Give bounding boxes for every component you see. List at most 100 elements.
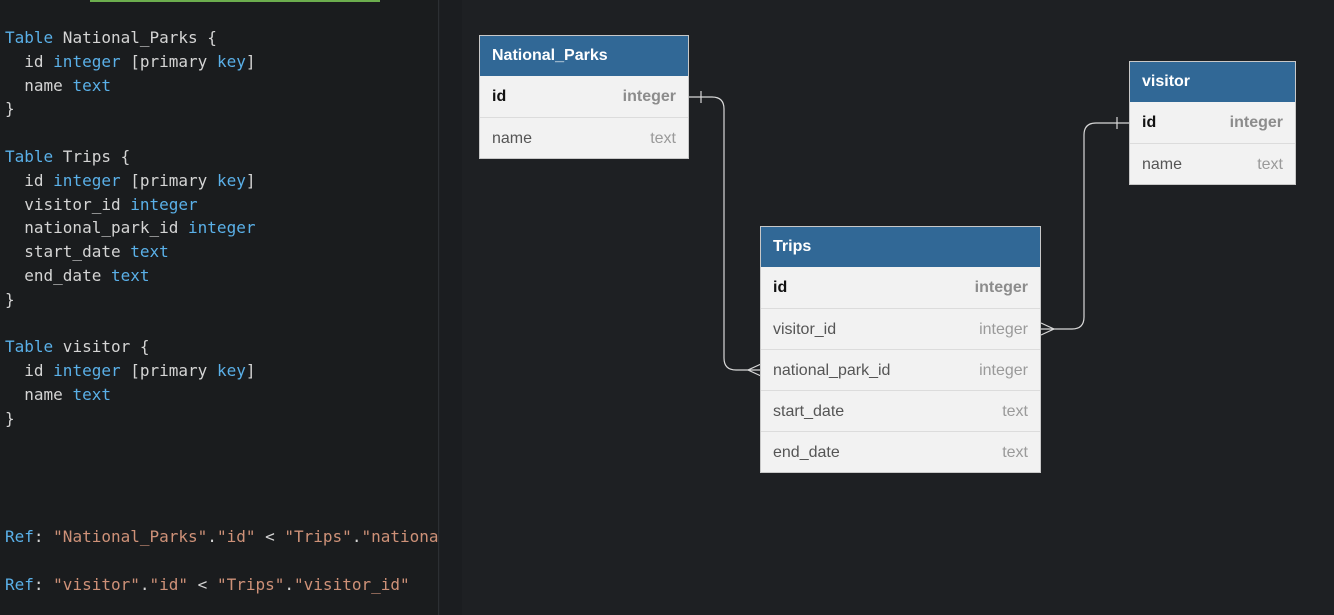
code-line[interactable]: name text bbox=[5, 384, 111, 406]
code-token: "id" bbox=[216, 527, 256, 546]
code-token: [primary bbox=[120, 51, 217, 71]
field-type: integer bbox=[622, 88, 676, 105]
code-token: : bbox=[33, 527, 54, 546]
field-row-name[interactable]: name text bbox=[1130, 143, 1295, 184]
code-token: text bbox=[110, 266, 150, 285]
code-token: key bbox=[216, 51, 246, 71]
pane-gutter[interactable] bbox=[440, 0, 462, 615]
code-line[interactable]: id integer [primary key] bbox=[5, 360, 255, 382]
code-token: : bbox=[33, 575, 54, 594]
code-line[interactable]: name text bbox=[5, 75, 111, 97]
link-visitor-trips bbox=[1041, 122, 1130, 330]
field-name: id bbox=[492, 88, 507, 105]
code-line[interactable]: visitor_id integer bbox=[5, 194, 198, 216]
code-line[interactable]: start_date text bbox=[5, 241, 169, 263]
code-token: . bbox=[139, 575, 150, 594]
code-token: id bbox=[5, 361, 54, 381]
code-token: "visitor" bbox=[53, 575, 140, 594]
many-marker-visitor-id bbox=[1040, 322, 1056, 336]
field-type: text bbox=[1002, 444, 1028, 461]
code-token: text bbox=[130, 242, 169, 262]
code-token: National_Parks { bbox=[53, 28, 217, 47]
table-trips[interactable]: Trips id integer visitor_id integer national… bbox=[760, 226, 1041, 473]
field-row-visitor-id[interactable]: visitor_id integer bbox=[761, 308, 1040, 349]
code-line[interactable]: end_date text bbox=[5, 265, 150, 287]
table-national-parks[interactable]: National_Parks id integer name text bbox=[479, 35, 689, 159]
code-token: integer bbox=[130, 194, 198, 214]
code-line[interactable]: Ref: "visitor"."id" < "Trips"."visitor_i… bbox=[5, 574, 410, 596]
field-row-id[interactable]: id integer bbox=[1130, 102, 1295, 143]
table-header[interactable]: Trips bbox=[761, 227, 1040, 267]
field-row-id[interactable]: id integer bbox=[480, 76, 688, 117]
code-token: visitor { bbox=[53, 337, 150, 357]
code-token: start_date bbox=[5, 242, 131, 262]
code-token: Trips { bbox=[53, 147, 131, 166]
field-row-id[interactable]: id integer bbox=[761, 267, 1040, 308]
code-token: integer bbox=[53, 361, 121, 381]
code-token: id bbox=[5, 170, 54, 190]
field-row-end-date[interactable]: end_date text bbox=[761, 431, 1040, 472]
editor-divider[interactable] bbox=[438, 0, 439, 615]
code-token: "visitor_id" bbox=[294, 575, 410, 594]
table-header[interactable]: visitor bbox=[1130, 62, 1295, 102]
code-token: visitor_id bbox=[5, 194, 131, 214]
code-line[interactable]: Table visitor { bbox=[5, 336, 150, 358]
code-token: national_park_id bbox=[5, 218, 189, 238]
code-token: } bbox=[5, 289, 15, 309]
code-token: integer bbox=[188, 218, 256, 238]
code-token: } bbox=[5, 408, 15, 428]
code-line[interactable]: } bbox=[5, 289, 15, 311]
code-token: text bbox=[72, 385, 111, 404]
code-token: key bbox=[216, 361, 246, 381]
code-token: ] bbox=[245, 51, 256, 71]
code-token: Ref bbox=[5, 527, 34, 546]
editor-underline-link bbox=[90, 0, 380, 2]
code-token: text bbox=[72, 75, 111, 95]
code-token: id bbox=[5, 51, 54, 71]
code-editor[interactable]: Table National_Parks { id integer [prima… bbox=[0, 0, 439, 615]
code-line[interactable]: national_park_id integer bbox=[5, 217, 255, 239]
field-type: text bbox=[1002, 403, 1028, 420]
field-type: text bbox=[650, 130, 676, 147]
field-name: end_date bbox=[773, 444, 840, 461]
code-line[interactable]: } bbox=[5, 98, 15, 120]
field-name: start_date bbox=[773, 403, 845, 420]
field-row-start-date[interactable]: start_date text bbox=[761, 390, 1040, 431]
code-token: key bbox=[216, 170, 246, 190]
field-name: name bbox=[1142, 156, 1183, 173]
code-token: Table bbox=[5, 28, 54, 47]
code-line[interactable]: id integer [primary key] bbox=[5, 51, 255, 73]
table-visitor[interactable]: visitor id integer name text bbox=[1129, 61, 1296, 185]
code-token: [primary bbox=[120, 170, 217, 190]
field-type: text bbox=[1257, 156, 1283, 173]
field-row-national-park-id[interactable]: national_park_id integer bbox=[761, 349, 1040, 390]
code-token: name bbox=[5, 75, 73, 95]
code-token: "Trips" bbox=[216, 575, 285, 594]
link-national-parks-trips bbox=[689, 96, 761, 371]
code-line[interactable]: Ref: "National_Parks"."id" < "Trips"."na… bbox=[5, 526, 439, 548]
field-name: id bbox=[773, 279, 788, 296]
field-name: national_park_id bbox=[773, 362, 891, 379]
code-token: } bbox=[5, 99, 15, 119]
field-name: visitor_id bbox=[773, 321, 837, 338]
code-token: ] bbox=[245, 170, 256, 190]
field-type: integer bbox=[974, 279, 1028, 296]
code-line[interactable]: id integer [primary key] bbox=[5, 170, 255, 192]
field-type: integer bbox=[979, 321, 1028, 338]
code-token: "National_Parks" bbox=[53, 527, 208, 546]
code-token: . bbox=[284, 575, 295, 594]
code-token: < bbox=[188, 575, 217, 594]
field-type: integer bbox=[1229, 114, 1283, 131]
code-line[interactable]: Table Trips { bbox=[5, 146, 130, 168]
field-row-name[interactable]: name text bbox=[480, 117, 688, 158]
code-line[interactable]: Table National_Parks { bbox=[5, 27, 217, 49]
code-token: name bbox=[5, 385, 73, 404]
code-line[interactable]: } bbox=[5, 408, 15, 430]
field-name: name bbox=[492, 130, 533, 147]
code-token: "national_ bbox=[361, 527, 439, 546]
code-token: [primary bbox=[120, 361, 217, 381]
table-header[interactable]: National_Parks bbox=[480, 36, 688, 76]
code-token: . bbox=[207, 527, 217, 546]
code-token: integer bbox=[53, 51, 121, 71]
field-name: id bbox=[1142, 114, 1157, 131]
